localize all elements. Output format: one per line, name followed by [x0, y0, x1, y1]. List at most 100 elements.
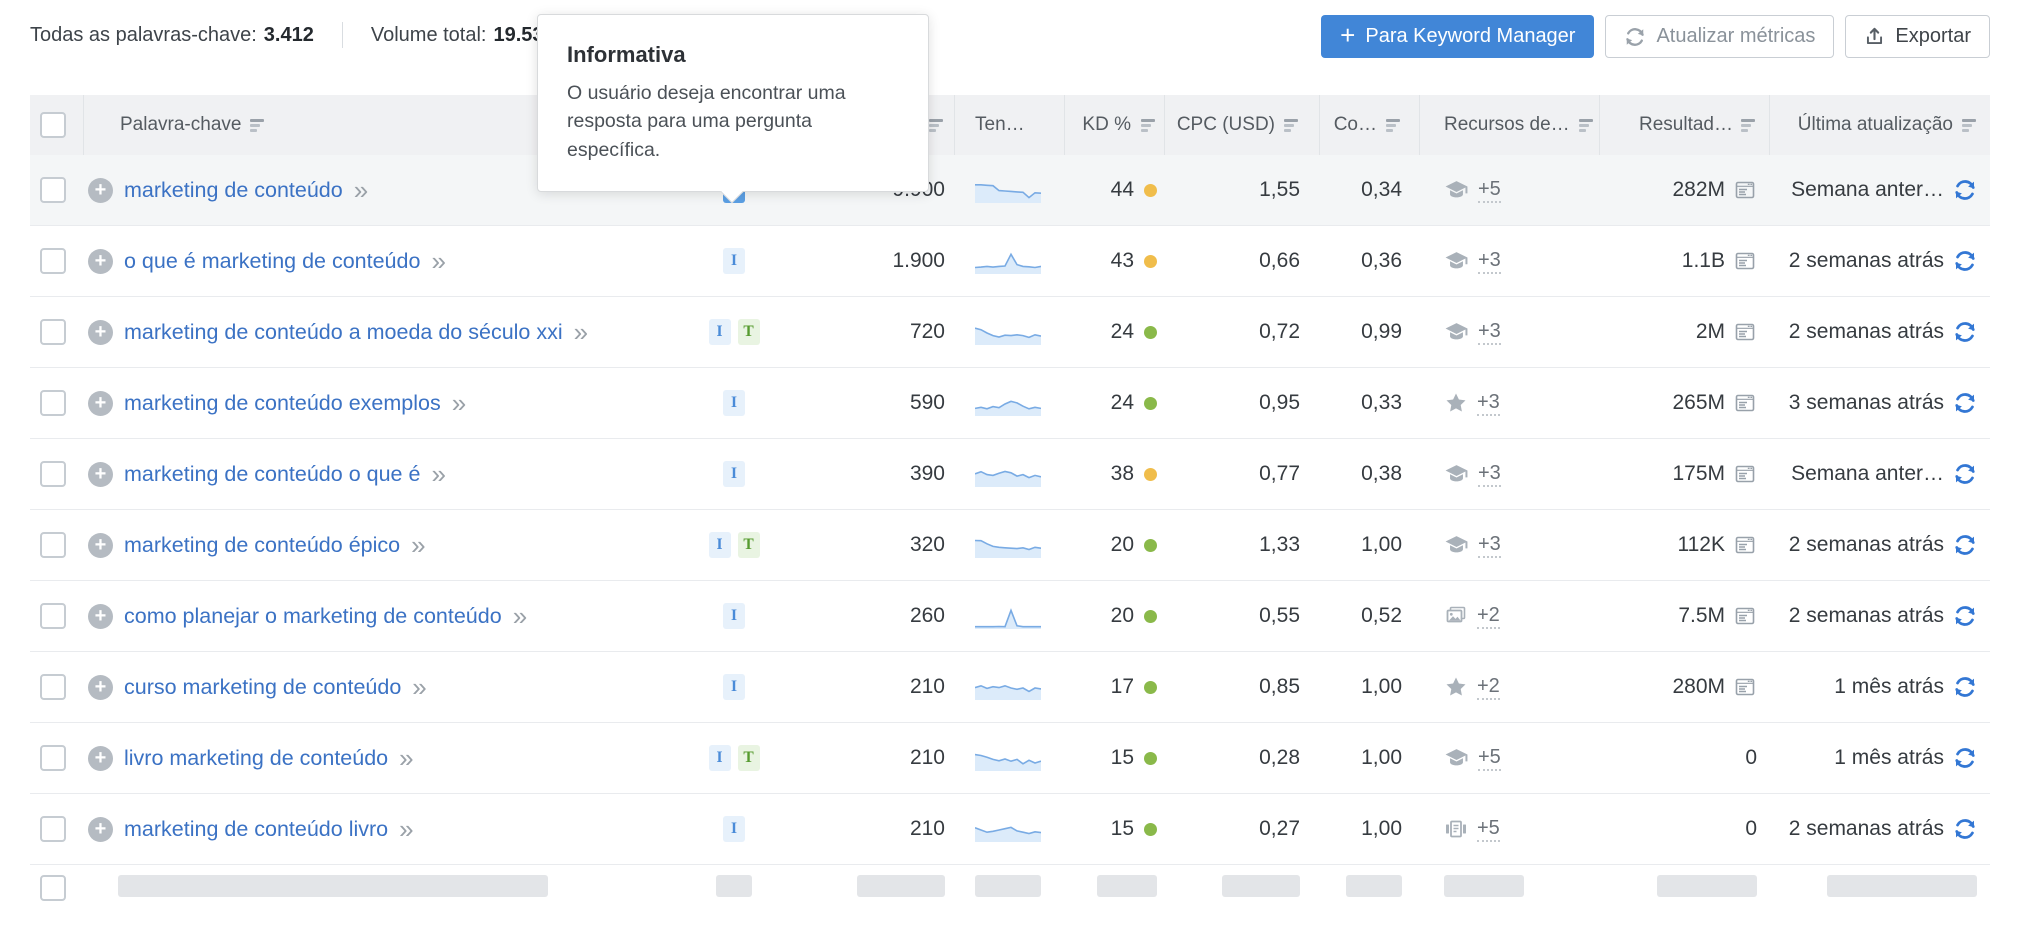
row-checkbox[interactable] [40, 532, 66, 558]
updated-value: 2 semanas atrás [1788, 320, 1944, 343]
refresh-metrics-icon[interactable] [1953, 320, 1977, 344]
add-keyword-button[interactable]: + [88, 390, 113, 416]
more-serp-features-link[interactable]: +3 [1477, 390, 1500, 416]
open-keyword-overview-icon[interactable]: » [431, 461, 445, 487]
add-keyword-button[interactable]: + [88, 745, 113, 771]
keyword-link[interactable]: marketing de conteúdo a moeda do século … [124, 320, 563, 345]
view-serp-icon[interactable] [1733, 249, 1757, 273]
add-keyword-button[interactable]: + [88, 461, 113, 487]
intent-badge-informational[interactable]: I [708, 532, 731, 558]
more-serp-features-link[interactable]: +5 [1478, 177, 1501, 203]
more-serp-features-link[interactable]: +5 [1478, 745, 1501, 771]
sort-results-icon[interactable] [1741, 118, 1756, 132]
view-serp-icon[interactable] [1733, 462, 1757, 486]
sort-kd-icon[interactable] [1141, 118, 1156, 132]
update-metrics-button[interactable]: Atualizar métricas [1605, 15, 1835, 58]
keyword-manager-button[interactable]: + Para Keyword Manager [1321, 15, 1595, 58]
open-keyword-overview-icon[interactable]: » [431, 248, 445, 274]
row-checkbox[interactable] [40, 248, 66, 274]
row-checkbox[interactable] [40, 461, 66, 487]
keyword-link[interactable]: marketing de conteúdo exemplos [124, 391, 441, 416]
export-button[interactable]: Exportar [1845, 15, 1990, 58]
sort-cpc-icon[interactable] [1284, 118, 1299, 132]
open-keyword-overview-icon[interactable]: » [574, 319, 588, 345]
keyword-link[interactable]: livro marketing de conteúdo [124, 746, 388, 771]
view-serp-icon[interactable] [1733, 391, 1757, 415]
keyword-link[interactable]: marketing de conteúdo livro [124, 817, 388, 842]
refresh-metrics-icon[interactable] [1953, 178, 1977, 202]
refresh-metrics-icon[interactable] [1953, 675, 1977, 699]
more-serp-features-link[interactable]: +3 [1478, 248, 1501, 274]
open-keyword-overview-icon[interactable]: » [354, 177, 368, 203]
keyword-link[interactable]: marketing de conteúdo [124, 178, 343, 203]
sort-competition-icon[interactable] [1386, 118, 1401, 132]
refresh-metrics-icon[interactable] [1953, 817, 1977, 841]
education-cap-icon [1445, 464, 1468, 481]
view-serp-icon[interactable] [1733, 178, 1757, 202]
row-checkbox[interactable] [40, 674, 66, 700]
sort-keyword-icon[interactable] [250, 118, 265, 132]
open-keyword-overview-icon[interactable]: » [399, 816, 413, 842]
view-serp-icon[interactable] [1733, 320, 1757, 344]
add-keyword-button[interactable]: + [88, 674, 113, 700]
more-serp-features-link[interactable]: +5 [1477, 816, 1500, 842]
add-keyword-button[interactable]: + [88, 532, 113, 558]
row-checkbox[interactable] [40, 745, 66, 771]
intent-badge-informational[interactable]: I [723, 390, 745, 416]
intent-badge-transactional[interactable]: T [737, 532, 760, 558]
add-keyword-button[interactable]: + [88, 319, 113, 345]
view-serp-icon[interactable] [1733, 675, 1757, 699]
add-keyword-button[interactable]: + [88, 248, 113, 274]
row-checkbox[interactable] [40, 816, 66, 842]
open-keyword-overview-icon[interactable]: » [399, 745, 413, 771]
table-row: + o que é marketing de conteúdo » I 1.90… [30, 226, 1990, 297]
add-keyword-button[interactable]: + [88, 177, 113, 203]
keyword-link[interactable]: como planejar o marketing de conteúdo [124, 604, 502, 629]
more-serp-features-link[interactable]: +2 [1477, 603, 1500, 629]
open-keyword-overview-icon[interactable]: » [452, 390, 466, 416]
row-checkbox[interactable] [40, 875, 66, 901]
more-serp-features-link[interactable]: +3 [1478, 461, 1501, 487]
open-keyword-overview-icon[interactable]: » [412, 674, 426, 700]
more-serp-features-link[interactable]: +3 [1478, 319, 1501, 345]
keyword-link[interactable]: marketing de conteúdo o que é [124, 462, 420, 487]
kd-difficulty-dot [1144, 680, 1157, 694]
open-keyword-overview-icon[interactable]: » [411, 532, 425, 558]
summary-stats: Todas as palavras-chave: 3.412 Volume to… [30, 22, 555, 48]
refresh-metrics-icon[interactable] [1953, 746, 1977, 770]
add-keyword-button[interactable]: + [88, 603, 113, 629]
view-serp-icon[interactable] [1733, 533, 1757, 557]
kd-value: 20 [1110, 604, 1134, 627]
select-all-checkbox[interactable] [40, 112, 66, 138]
sort-updated-icon[interactable] [1962, 118, 1977, 132]
intent-badge-informational[interactable]: I [723, 461, 745, 487]
row-checkbox[interactable] [40, 390, 66, 416]
intent-badge-informational[interactable]: I [708, 319, 731, 345]
intent-badge-informational[interactable]: I [723, 248, 745, 274]
refresh-metrics-icon[interactable] [1953, 462, 1977, 486]
open-keyword-overview-icon[interactable]: » [513, 603, 527, 629]
row-checkbox[interactable] [40, 177, 66, 203]
intent-badge-informational[interactable]: I [723, 674, 745, 700]
refresh-metrics-icon[interactable] [1953, 604, 1977, 628]
refresh-metrics-icon[interactable] [1953, 391, 1977, 415]
keyword-link[interactable]: marketing de conteúdo épico [124, 533, 400, 558]
keyword-link[interactable]: curso marketing de conteúdo [124, 675, 401, 700]
row-checkbox[interactable] [40, 319, 66, 345]
more-serp-features-link[interactable]: +3 [1478, 532, 1501, 558]
refresh-metrics-icon[interactable] [1953, 249, 1977, 273]
refresh-metrics-icon[interactable] [1953, 533, 1977, 557]
intent-badge-informational[interactable]: I [708, 745, 731, 771]
keyword-link[interactable]: o que é marketing de conteúdo [124, 249, 420, 274]
intent-badge-informational[interactable]: I [723, 816, 745, 842]
view-serp-icon[interactable] [1733, 604, 1757, 628]
row-checkbox[interactable] [40, 603, 66, 629]
intent-badge-transactional[interactable]: T [737, 319, 760, 345]
skeleton-bar [118, 875, 548, 897]
add-keyword-button[interactable]: + [88, 816, 113, 842]
intent-badge-informational[interactable]: I [723, 603, 745, 629]
more-serp-features-link[interactable]: +2 [1477, 674, 1500, 700]
sort-serp-features-icon[interactable] [1578, 118, 1594, 132]
intent-badge-transactional[interactable]: T [737, 745, 760, 771]
sort-volume-icon[interactable] [929, 118, 944, 132]
